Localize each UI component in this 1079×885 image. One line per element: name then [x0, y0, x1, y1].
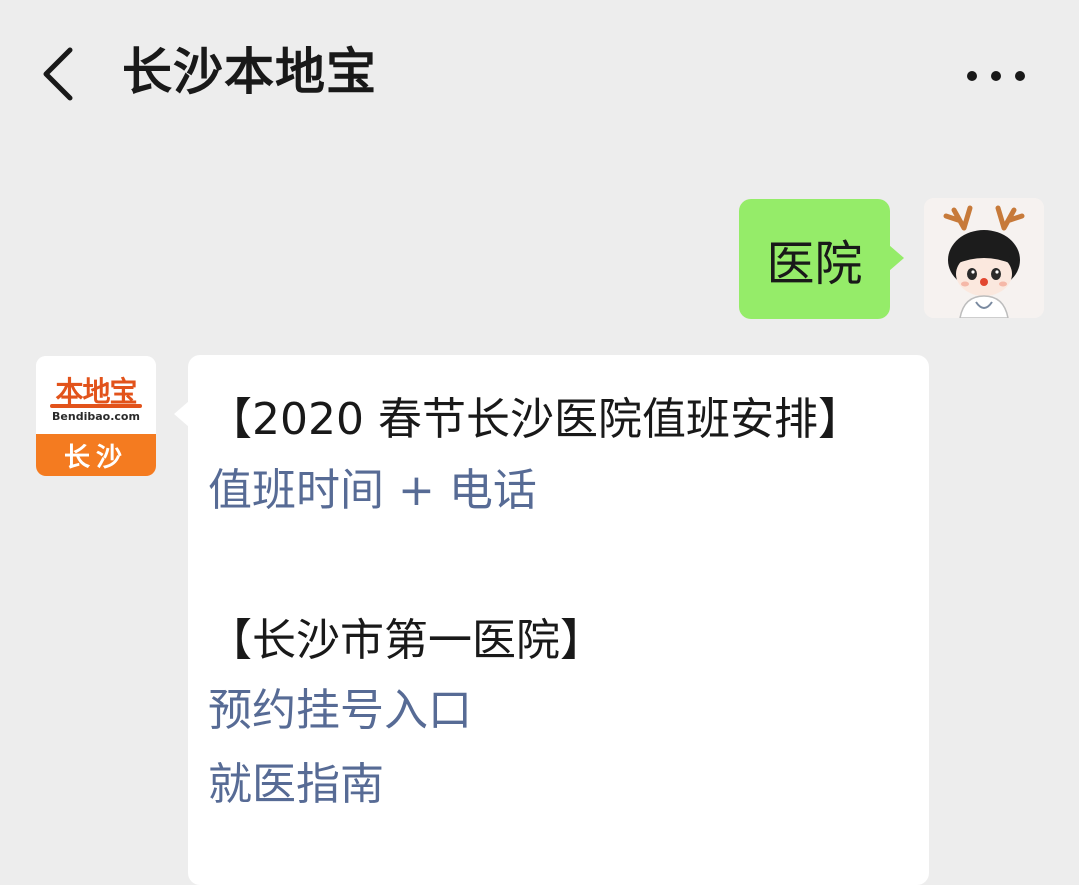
- outgoing-message-text: 医院: [766, 236, 863, 292]
- chat-header: 长沙本地宝: [0, 0, 1079, 150]
- bubble-tail: [174, 401, 189, 427]
- chat-title: 长沙本地宝: [122, 43, 377, 101]
- link-appointment-entry[interactable]: 预约挂号入口: [208, 681, 472, 741]
- incoming-message-bubble: 【2020 春节长沙医院值班安排】 值班时间 + 电话 【长沙市第一医院】 预约…: [174, 355, 929, 885]
- message-heading-hospital: 【长沙市第一医院】: [208, 615, 604, 666]
- bubble-tail: [889, 245, 904, 271]
- cartoon-avatar-icon: [924, 198, 1044, 318]
- back-button[interactable]: [30, 44, 90, 104]
- link-medical-guide[interactable]: 就医指南: [208, 755, 384, 815]
- message-heading-schedule: 【2020 春节长沙医院值班安排】: [208, 394, 862, 445]
- more-button[interactable]: [958, 56, 1038, 96]
- official-account-avatar[interactable]: 本地宝 Bendibao.com 长沙: [36, 356, 156, 476]
- logo-city-text: 长沙: [36, 434, 156, 476]
- link-duty-time-phone[interactable]: 值班时间 + 电话: [208, 461, 537, 521]
- logo-underline: [50, 404, 142, 408]
- outgoing-message-bubble[interactable]: 医院: [739, 199, 904, 319]
- chevron-left-icon: [43, 47, 73, 101]
- more-horizontal-icon: [967, 71, 1025, 81]
- logo-site-text: Bendibao.com: [52, 410, 140, 423]
- user-avatar[interactable]: [924, 198, 1044, 318]
- logo-top: 本地宝 Bendibao.com: [36, 356, 156, 434]
